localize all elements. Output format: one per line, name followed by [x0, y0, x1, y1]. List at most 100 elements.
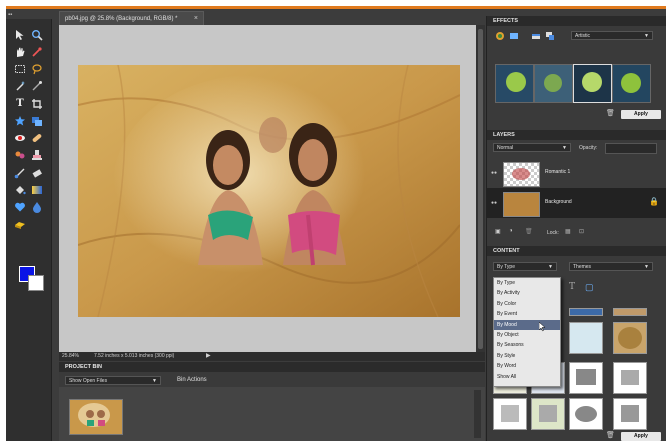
bin-scrollbar[interactable]	[474, 390, 481, 438]
canvas-area[interactable]	[59, 25, 476, 353]
effects-filter-select[interactable]: Artistic ▼	[571, 31, 653, 40]
content-sort-select[interactable]: By Type ▼	[493, 262, 557, 271]
lock-icon[interactable]: 🔒	[649, 197, 659, 206]
custom-shape-tool-icon[interactable]	[14, 201, 26, 213]
effect-thumbnail[interactable]	[495, 64, 534, 103]
menu-item-by-event[interactable]: By Event	[494, 309, 560, 319]
project-bin-header[interactable]: PROJECT BIN	[59, 362, 485, 372]
clone-stamp-tool-icon[interactable]	[31, 149, 43, 161]
gradient-tool-icon[interactable]	[31, 184, 43, 196]
crop-tool-icon[interactable]	[31, 98, 43, 110]
frame-content-icon[interactable]: ▢	[585, 282, 595, 292]
blend-mode-select[interactable]: Normal ▼	[493, 143, 571, 152]
blend-mode-value: Normal	[497, 145, 514, 151]
content-tile[interactable]	[613, 398, 647, 430]
selection-brush-tool-icon[interactable]	[31, 80, 43, 92]
photo-image[interactable]	[78, 65, 460, 317]
adjustment-layer-icon[interactable]: ◑	[509, 228, 519, 238]
menu-item-by-color[interactable]: By Color	[494, 299, 560, 309]
menu-item-by-object[interactable]: By Object	[494, 330, 560, 340]
cookie-cutter-tool-icon[interactable]	[14, 115, 26, 127]
status-bar: 25.84% 7.52 inches x 5.013 inches (300 p…	[59, 352, 485, 361]
menu-item-by-mood[interactable]: By Mood	[494, 319, 560, 330]
layer-thumbnail	[503, 162, 540, 187]
scroll-thumb[interactable]	[478, 29, 483, 349]
type-tool-icon[interactable]: T	[14, 98, 26, 110]
chevron-down-icon: ▼	[152, 378, 157, 384]
move-tool-icon[interactable]	[14, 29, 26, 41]
mouse-cursor-icon	[538, 321, 547, 332]
healing-brush-tool-icon[interactable]	[31, 132, 43, 144]
content-category-select[interactable]: Themes ▼	[569, 262, 653, 271]
canvas-vertical-scrollbar[interactable]	[476, 25, 485, 353]
content-tile[interactable]	[531, 398, 565, 430]
content-apply-button[interactable]: Apply	[621, 432, 661, 441]
content-tile[interactable]	[493, 398, 527, 430]
content-tile[interactable]	[613, 322, 647, 354]
show-files-select[interactable]: Show Open Files ▼	[65, 376, 161, 385]
hand-tool-icon[interactable]	[14, 46, 26, 58]
menu-item-show-all[interactable]: Show All	[494, 372, 560, 382]
menu-item-by-type[interactable]: By Type	[494, 278, 560, 288]
show-files-label: Show Open Files	[69, 378, 108, 384]
menu-item-by-word[interactable]: By Word	[494, 361, 560, 371]
visibility-eye-icon[interactable]: ●●	[491, 170, 497, 176]
document-title: pb04.jpg @ 25.8% (Background, RGB/8) *	[65, 16, 178, 22]
menu-item-by-seasons[interactable]: By Seasons	[494, 340, 560, 350]
bin-actions-menu[interactable]: Bin Actions	[177, 375, 207, 385]
effects-apply-button[interactable]: Apply	[621, 110, 661, 119]
project-bin-toolbar: Show Open Files ▼ Bin Actions	[59, 372, 485, 387]
content-tile[interactable]	[569, 362, 603, 394]
trash-icon[interactable]: 🗑	[606, 109, 616, 119]
zoom-level[interactable]: 25.84%	[62, 352, 79, 361]
paint-bucket-tool-icon[interactable]	[14, 184, 26, 196]
layer-styles-icon[interactable]	[509, 31, 519, 41]
text-content-icon[interactable]: T	[569, 282, 579, 292]
trash-icon[interactable]: 🗑	[606, 431, 616, 441]
effect-thumbnail[interactable]	[573, 64, 612, 103]
content-tile[interactable]	[569, 322, 603, 354]
content-tile[interactable]	[569, 308, 603, 316]
zoom-tool-icon[interactable]	[31, 29, 43, 41]
effects-panel-title[interactable]: EFFECTS	[487, 16, 666, 26]
document-tab[interactable]: pb04.jpg @ 25.8% (Background, RGB/8) * ×	[59, 11, 204, 25]
brush-tool-icon[interactable]	[14, 167, 26, 179]
all-effects-icon[interactable]	[545, 31, 555, 41]
effect-thumbnail[interactable]	[612, 64, 651, 103]
new-layer-icon[interactable]: ▣	[495, 228, 505, 238]
lock-transparency-icon[interactable]: ▦	[565, 228, 575, 238]
delete-layer-icon[interactable]: 🗑	[525, 228, 535, 238]
visibility-eye-icon[interactable]: ●●	[491, 200, 497, 206]
eyedropper-tool-icon[interactable]	[31, 46, 43, 58]
bin-thumbnail[interactable]	[69, 399, 123, 435]
sponge-tool-icon[interactable]	[14, 219, 26, 231]
panel-grip-icon[interactable]: ▪▪	[8, 12, 18, 18]
content-tile[interactable]	[569, 398, 603, 430]
layer-row[interactable]: ●● Romantic 1	[487, 158, 666, 188]
background-color-swatch[interactable]	[28, 275, 44, 291]
content-panel-title[interactable]: CONTENT	[487, 246, 666, 256]
content-tile[interactable]	[613, 308, 647, 316]
red-eye-tool-icon[interactable]	[14, 132, 26, 144]
eraser-tool-icon[interactable]	[31, 167, 43, 179]
content-tile[interactable]	[613, 362, 647, 394]
blur-tool-icon[interactable]	[31, 201, 43, 213]
recompose-tool-icon[interactable]	[31, 115, 43, 127]
layer-row-selected[interactable]: ●● Background 🔒	[487, 188, 666, 218]
lasso-tool-icon[interactable]	[31, 63, 43, 75]
magic-wand-tool-icon[interactable]	[14, 80, 26, 92]
menu-item-by-style[interactable]: By Style	[494, 351, 560, 361]
filters-icon[interactable]	[495, 31, 505, 41]
accent-strip	[6, 6, 666, 9]
close-document-icon[interactable]: ×	[194, 12, 198, 26]
status-menu-arrow-icon[interactable]: ▶	[206, 352, 211, 361]
marquee-tool-icon[interactable]	[14, 63, 26, 75]
menu-item-by-activity[interactable]: By Activity	[494, 288, 560, 298]
smart-brush-tool-icon[interactable]	[14, 149, 26, 161]
opacity-field[interactable]	[605, 143, 657, 154]
photo-effects-icon[interactable]	[531, 31, 541, 41]
effects-filter-value: Artistic	[575, 33, 590, 39]
effect-thumbnail[interactable]	[534, 64, 573, 103]
lock-all-icon[interactable]: ⊡	[579, 228, 589, 238]
layers-panel-title[interactable]: LAYERS	[487, 130, 666, 140]
